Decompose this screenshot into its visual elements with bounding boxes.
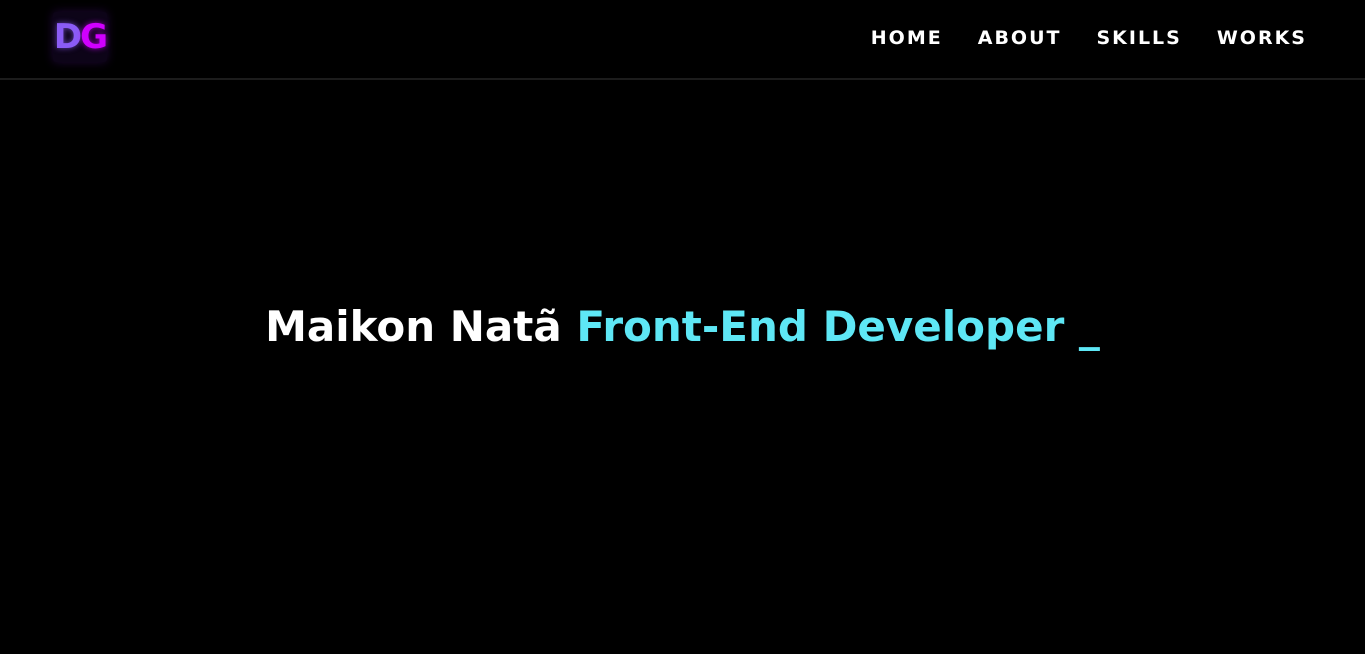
logo-letter-d: D	[53, 17, 82, 57]
nav-link-about[interactable]: ABOUT	[978, 25, 1062, 51]
main-nav: HOME ABOUT SKILLS WORKS	[871, 25, 1307, 51]
site-header: D G HOME ABOUT SKILLS WORKS	[0, 0, 1365, 80]
nav-link-skills[interactable]: SKILLS	[1096, 25, 1181, 51]
nav-link-home[interactable]: HOME	[871, 25, 943, 51]
hero-heading: Maikon Natã Front-End Developer _	[0, 301, 1365, 353]
hero-section: Maikon Natã Front-End Developer _	[0, 80, 1365, 654]
typing-cursor: _	[1078, 302, 1100, 351]
logo-letter-g: G	[80, 17, 108, 57]
hero-name: Maikon Natã	[265, 302, 562, 351]
hero-role: Front-End Developer	[576, 302, 1065, 351]
logo[interactable]: D G	[53, 12, 108, 62]
nav-link-works[interactable]: WORKS	[1217, 25, 1307, 51]
